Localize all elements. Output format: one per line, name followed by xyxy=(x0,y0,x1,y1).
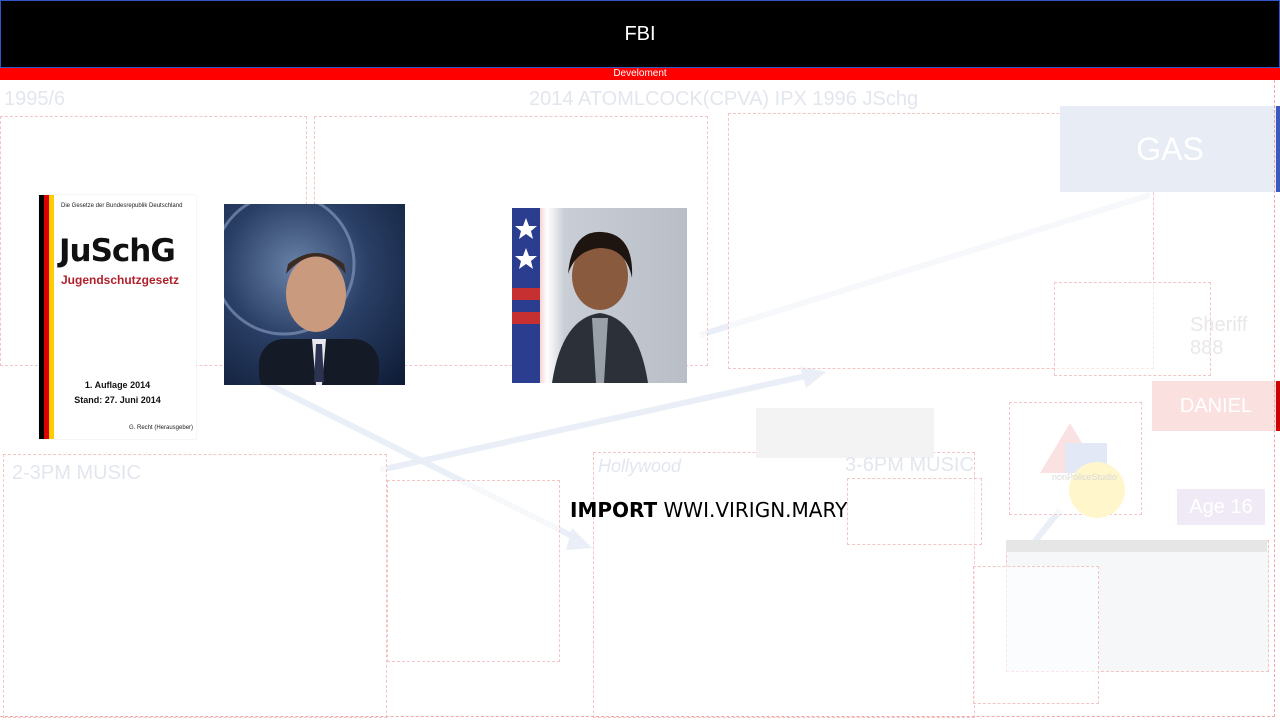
book-date: Stand: 27. Juni 2014 xyxy=(74,395,161,405)
pane-music-left xyxy=(3,454,387,718)
subtitle-label: Develoment xyxy=(613,68,667,79)
book-editor: G. Recht (Herausgeber) xyxy=(129,425,194,431)
label-hollywood: Hollywood xyxy=(598,456,682,476)
label-sheriff: Sheriff 888 xyxy=(1190,314,1248,359)
pane-right-small xyxy=(1054,282,1211,376)
pane-music-right xyxy=(847,478,982,545)
person-photo[interactable] xyxy=(224,204,405,385)
label-music-right: 3-6PM MUSIC xyxy=(845,454,974,476)
gas-edge xyxy=(1276,106,1280,192)
pane-bottom-right xyxy=(973,566,1099,704)
label-music-left: 2-3PM MUSIC xyxy=(12,462,141,484)
book-edition: 1. Auflage 2014 xyxy=(84,380,151,390)
book-subtitle: Jugendschutzgesetz xyxy=(61,273,180,287)
screenshot-topbar xyxy=(1006,540,1267,552)
import-statement: IMPORT WWI.VIRIGN.MARY xyxy=(570,498,847,522)
label-1995: 1995/6 xyxy=(4,88,66,110)
juschg-book-cover[interactable]: Die Gesetze der Bundesrepublik Deutschla… xyxy=(39,195,196,439)
portrait-silhouette-icon xyxy=(512,208,648,383)
age-button[interactable]: Age 16 xyxy=(1177,489,1265,525)
police-logo-label: nonPoliceStudio xyxy=(1052,472,1118,482)
subtitle-bar: Develoment xyxy=(0,68,1280,80)
book-title: JuSchG xyxy=(59,233,176,269)
header-bar: FBI xyxy=(0,0,1280,68)
pane-middle-left xyxy=(387,480,560,662)
header-title: FBI xyxy=(624,22,656,45)
police-logo-icon xyxy=(1040,423,1125,518)
person-silhouette-icon xyxy=(224,204,379,385)
portrait-photo[interactable] xyxy=(512,208,687,383)
book-small-header: Die Gesetze der Bundesrepublik Deutschla… xyxy=(61,203,183,209)
import-keyword: IMPORT xyxy=(570,498,658,522)
ghost-image xyxy=(756,408,934,458)
gas-button[interactable]: GAS xyxy=(1060,106,1280,192)
daniel-edge xyxy=(1276,381,1280,431)
import-value: WWI.VIRIGN.MARY xyxy=(663,498,848,522)
daniel-button[interactable]: DANIEL xyxy=(1152,381,1280,431)
label-atomlcock: 2014 ATOMLCOCK(CPVA) IPX 1996 JSchg xyxy=(529,88,919,110)
